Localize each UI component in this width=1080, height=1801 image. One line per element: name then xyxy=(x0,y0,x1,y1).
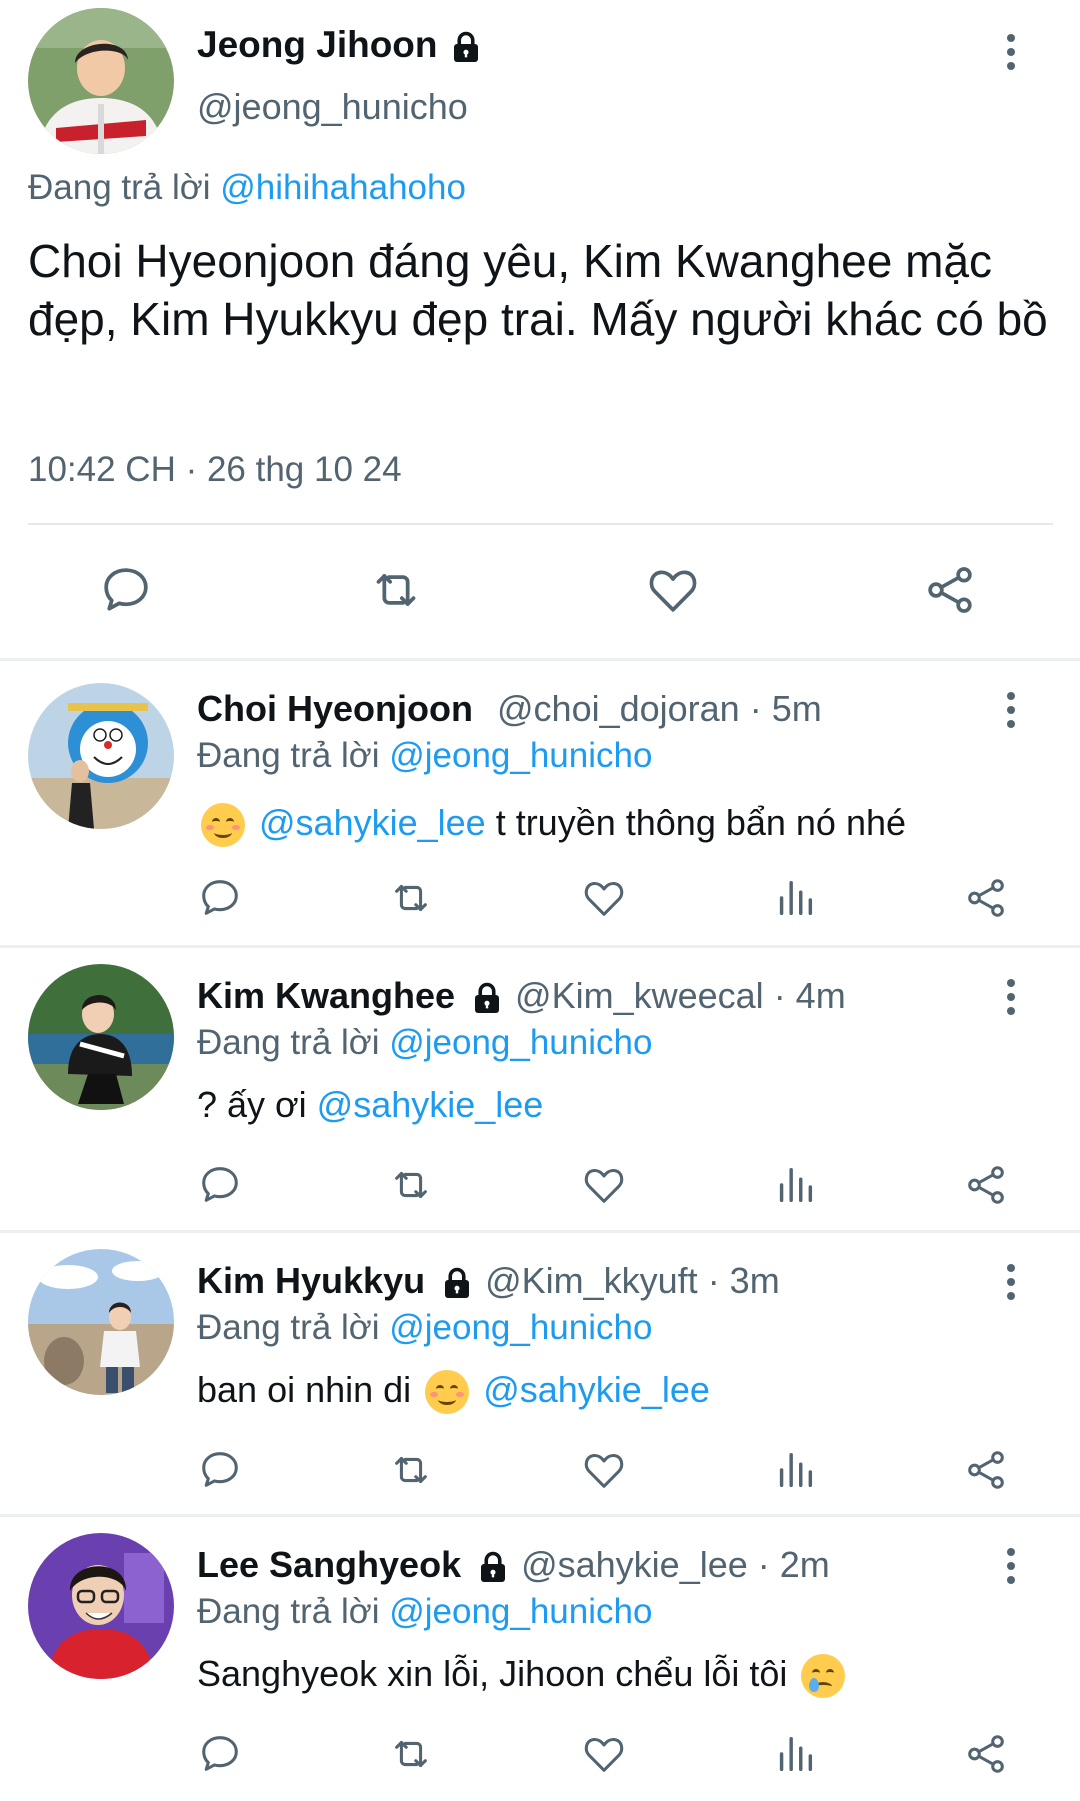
share-icon[interactable] xyxy=(922,562,978,618)
reply-tweet[interactable]: Kim Hyukkyu @Kim_kkyuft · 3m Đang trả lời… xyxy=(0,1234,1080,1517)
retweet-icon[interactable] xyxy=(388,1447,434,1493)
username[interactable]: @sahykie_lee xyxy=(521,1544,748,1585)
lock-icon xyxy=(475,1549,511,1585)
reply-text: ban oi nhin di @sahykie_lee xyxy=(197,1369,710,1415)
reply-time[interactable]: · 5m xyxy=(750,688,822,729)
reply-text: ? ấy ơi @sahykie_lee xyxy=(197,1084,544,1125)
reply-time[interactable]: · 3m xyxy=(708,1260,780,1301)
mention-link[interactable]: @sahykie_lee xyxy=(483,1369,710,1410)
smiling-face-emoji xyxy=(425,1370,470,1415)
lock-icon xyxy=(469,980,505,1016)
retweet-icon[interactable] xyxy=(368,562,424,618)
reply-to-mention[interactable]: @hihihahahoho xyxy=(220,168,466,207)
reply-time[interactable]: · 2m xyxy=(758,1544,830,1585)
views-icon[interactable] xyxy=(772,1731,818,1777)
reply-time[interactable]: · 4m xyxy=(774,975,846,1016)
like-icon[interactable] xyxy=(581,1162,627,1208)
crying-face-emoji xyxy=(801,1654,846,1699)
share-icon[interactable] xyxy=(963,1447,1009,1493)
display-name[interactable]: Jeong Jihoon xyxy=(197,24,484,66)
replying-to: Đang trả lời @jeong_hunicho xyxy=(197,1023,653,1062)
separator xyxy=(0,1230,1080,1233)
reply-header: Kim Hyukkyu @Kim_kkyuft · 3m xyxy=(197,1260,780,1302)
reply-tweet[interactable]: Kim Kwanghee @Kim_kweecal · 4m Đang trả l… xyxy=(0,949,1080,1232)
separator xyxy=(0,658,1080,661)
replying-to: Đang trả lời @jeong_hunicho xyxy=(197,1308,653,1347)
avatar[interactable] xyxy=(28,1249,174,1395)
mention-link[interactable]: @sahykie_lee xyxy=(317,1084,544,1125)
tweet-text: Choi Hyeonjoon đáng yêu, Kim Kwanghee mặ… xyxy=(28,235,1048,345)
replying-to: Đang trả lời @hihihahahoho xyxy=(28,168,466,207)
username[interactable]: @Kim_kweecal xyxy=(515,975,764,1016)
reply-to-mention[interactable]: @jeong_hunicho xyxy=(389,736,652,775)
reply-to-mention[interactable]: @jeong_hunicho xyxy=(389,1592,652,1631)
reply-icon[interactable] xyxy=(197,875,243,921)
reply-tweet[interactable]: Lee Sanghyeok @sahykie_lee · 2m Đang trả … xyxy=(0,1518,1080,1801)
views-icon[interactable] xyxy=(772,1162,818,1208)
more-options-icon[interactable] xyxy=(1006,1264,1016,1300)
share-icon[interactable] xyxy=(963,875,1009,921)
like-icon[interactable] xyxy=(581,1731,627,1777)
like-icon[interactable] xyxy=(581,1447,627,1493)
smiling-face-emoji xyxy=(201,803,245,848)
username[interactable]: @jeong_hunicho xyxy=(197,86,468,128)
avatar[interactable] xyxy=(28,1533,174,1679)
retweet-icon[interactable] xyxy=(388,1162,434,1208)
avatar[interactable] xyxy=(28,964,174,1110)
separator xyxy=(0,945,1080,948)
display-name[interactable]: Lee Sanghyeok xyxy=(197,1544,461,1585)
replying-to: Đang trả lời @jeong_hunicho xyxy=(197,1592,653,1631)
share-icon[interactable] xyxy=(963,1162,1009,1208)
reply-to-mention[interactable]: @jeong_hunicho xyxy=(389,1308,652,1347)
more-options-icon[interactable] xyxy=(1006,34,1016,70)
lock-icon xyxy=(439,1265,475,1301)
display-name[interactable]: Choi Hyeonjoon xyxy=(197,688,473,729)
avatar[interactable] xyxy=(28,683,174,829)
tweet-timestamp[interactable]: 10:42 CH · 26 thg 10 24 xyxy=(28,450,402,490)
reply-header: Choi Hyeonjoon @choi_dojoran · 5m xyxy=(197,688,822,730)
like-icon[interactable] xyxy=(581,875,627,921)
retweet-icon[interactable] xyxy=(388,1731,434,1777)
divider xyxy=(28,523,1053,525)
reply-text: Sanghyeok xin lỗi, Jihoon chểu lỗi tôi xyxy=(197,1653,849,1699)
reply-tweet[interactable]: Choi Hyeonjoon @choi_dojoran · 5m Đang t… xyxy=(0,662,1080,945)
mention-link[interactable]: @sahykie_lee xyxy=(259,802,486,843)
views-icon[interactable] xyxy=(772,1447,818,1493)
avatar[interactable] xyxy=(28,8,174,154)
reply-icon[interactable] xyxy=(98,562,154,618)
retweet-icon[interactable] xyxy=(388,875,434,921)
reply-header: Lee Sanghyeok @sahykie_lee · 2m xyxy=(197,1544,830,1586)
reply-icon[interactable] xyxy=(197,1162,243,1208)
lock-icon xyxy=(448,29,484,65)
reply-icon[interactable] xyxy=(197,1731,243,1777)
username[interactable]: @Kim_kkyuft xyxy=(485,1260,698,1301)
display-name[interactable]: Kim Hyukkyu xyxy=(197,1260,425,1301)
main-tweet: Jeong Jihoon @jeong_hunicho Đang trả lời… xyxy=(0,0,1080,660)
more-options-icon[interactable] xyxy=(1006,1548,1016,1584)
reply-to-mention[interactable]: @jeong_hunicho xyxy=(389,1023,652,1062)
share-icon[interactable] xyxy=(963,1731,1009,1777)
separator xyxy=(0,1514,1080,1517)
username[interactable]: @choi_dojoran xyxy=(497,688,740,729)
like-icon[interactable] xyxy=(645,562,701,618)
replying-to: Đang trả lời @jeong_hunicho xyxy=(197,736,653,775)
more-options-icon[interactable] xyxy=(1006,692,1016,728)
reply-text: @sahykie_lee t truyền thông bẩn nó nhé xyxy=(197,802,906,848)
display-name[interactable]: Kim Kwanghee xyxy=(197,975,455,1016)
reply-header: Kim Kwanghee @Kim_kweecal · 4m xyxy=(197,975,846,1017)
reply-icon[interactable] xyxy=(197,1447,243,1493)
views-icon[interactable] xyxy=(772,875,818,921)
more-options-icon[interactable] xyxy=(1006,979,1016,1015)
